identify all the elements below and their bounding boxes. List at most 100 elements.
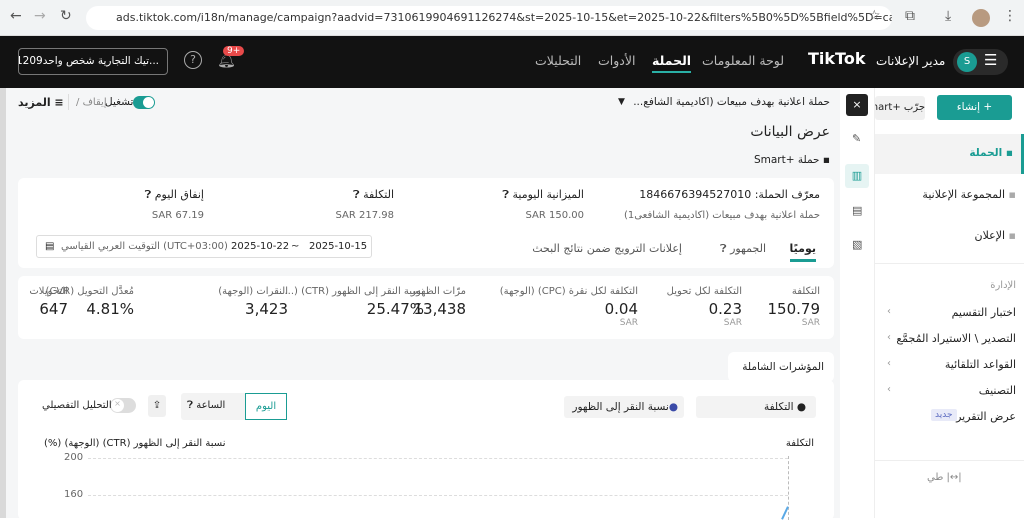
sidebar-item-adgroup[interactable]: ▪ المجموعة الإعلانية: [922, 188, 1016, 201]
close-icon[interactable]: ×: [846, 94, 868, 116]
menu-icon[interactable]: ⋮: [1003, 8, 1017, 24]
avatar: S: [957, 52, 977, 72]
download-icon[interactable]: ⤓: [945, 8, 951, 24]
toggle-on-label: تشغيل: [105, 96, 134, 108]
tab-search-ads[interactable]: إعلانات الترويج ضمن نتائج البحث: [532, 242, 682, 255]
nav-analytics[interactable]: التحليلات: [535, 53, 581, 68]
mgmt-classification[interactable]: التصنيف: [979, 384, 1016, 397]
y-tick-160: 160: [64, 489, 84, 500]
date-separator: ~: [291, 241, 300, 252]
report-view[interactable]: عرض التقرير: [956, 410, 1016, 423]
edit-icon[interactable]: ✎: [852, 132, 861, 145]
extensions-icon[interactable]: ⧉: [905, 8, 915, 24]
metric-value: 0.23: [708, 300, 742, 318]
cost-axis-title: التكلفة: [785, 438, 814, 449]
overview-tab[interactable]: المؤشرات الشاملة: [728, 352, 834, 382]
nav-campaign[interactable]: الحملة: [652, 53, 692, 73]
metric-value: 25.47%: [366, 300, 424, 318]
mgmt-split-test[interactable]: اختبار التقسيم: [952, 306, 1016, 319]
granularity-hour[interactable]: ❓︎ الساعة: [187, 400, 225, 411]
metric-value: 647: [39, 300, 68, 318]
info-icon: ❓︎: [352, 188, 360, 201]
date-range-picker[interactable]: ▤ (UTC+03:00) التوقيت العربي القياسي 202…: [36, 235, 372, 258]
right-sidebar: جرّب +Smart + إنشاء ▪ الحملة ▪ المجموعة …: [875, 88, 1024, 518]
nav-tools[interactable]: الأدوات: [598, 53, 635, 68]
chevron-icon: ‹: [887, 332, 891, 343]
chevron-icon: ‹: [887, 306, 891, 317]
campaign-dropdown-caret[interactable]: ▼: [618, 97, 625, 107]
create-button[interactable]: + إنشاء: [937, 95, 1012, 120]
info-icon: ❓︎: [144, 188, 152, 201]
campaign-type: ▪ حملة +Smart: [753, 154, 830, 166]
metric-unit: SAR: [723, 318, 742, 328]
account-name: ...تيك التجارية شخص واحد1209: [18, 55, 159, 67]
granularity-day[interactable]: اليوم: [245, 393, 287, 420]
metric-value: 0.04: [604, 300, 638, 318]
metric-0: التكلفة 150.79 SAR: [768, 286, 821, 328]
tab-daily[interactable]: يوميًا: [789, 242, 816, 262]
sidebar-item-ad[interactable]: ▪ الإعلان: [974, 229, 1016, 242]
timezone-label: (UTC+03:00) التوقيت العربي القياسي: [61, 241, 228, 252]
ctr-axis-title: نسبة النقر إلى الظهور (CTR) (الوجهة) (%): [44, 438, 226, 449]
more-button[interactable]: ≡ المزيد: [18, 96, 64, 109]
export-icon[interactable]: ⇪: [148, 395, 166, 417]
campaign-type-label: حملة +Smart: [753, 154, 820, 166]
hamburger-icon: ☰: [984, 51, 998, 69]
profile-avatar[interactable]: [972, 9, 990, 27]
divider: [68, 94, 69, 110]
metric-5: النقرات (الوجهة) 3,423: [218, 286, 288, 318]
overview-title: المؤشرات الشاملة: [742, 361, 824, 373]
metric-label: النقرات (الوجهة): [218, 286, 288, 297]
chevron-icon: ‹: [887, 384, 891, 395]
notification-badge: 9+: [223, 46, 245, 56]
data-view-icon[interactable]: ▥: [845, 164, 869, 188]
campaign-selector[interactable]: حملة اعلانية بهدف مبيعات (اكاديمية الشاف…: [633, 96, 830, 108]
mgmt-auto-rules[interactable]: القواعد التلقائية: [945, 358, 1016, 371]
y-tick-200: 200: [64, 452, 84, 463]
overview-chart-card: ● التكلفة ●نسبة النقر إلى الظهور ❓︎ السا…: [18, 380, 834, 520]
document-icon[interactable]: ▤: [852, 204, 862, 217]
tab-audience[interactable]: الجمهور ❓︎: [720, 242, 766, 256]
metric-selector-cost[interactable]: ● التكلفة: [696, 396, 816, 418]
metric-4: نسبة النقر إلى الظهور (CTR) (... 25.47%: [285, 286, 425, 318]
metric-label: التكلفة: [791, 286, 820, 297]
forward-icon[interactable]: →: [34, 8, 46, 24]
today-spend-value: SAR 67.19: [151, 210, 204, 221]
detail-analysis-toggle[interactable]: ×: [110, 398, 136, 413]
address-bar[interactable]: ads.tiktok.com/i18n/manage/campaign?aadv…: [86, 6, 892, 30]
reload-icon[interactable]: ↻: [60, 8, 72, 24]
mgmt-bulk-import-export[interactable]: التصدير \ الاستيراد المُجمَّع: [896, 332, 1016, 345]
new-badge: جديد: [931, 409, 957, 421]
metric-2: التكلفة لكل نقرة (CPC) (الوجهة) 0.04 SAR: [500, 286, 638, 328]
activity-icon[interactable]: ▧: [852, 238, 862, 251]
cost-label: التكلفة ❓︎: [352, 188, 394, 201]
metric-selector-ctr[interactable]: ●نسبة النقر إلى الظهور: [564, 396, 684, 418]
daily-budget-label: الميزانية اليومية ❓︎: [502, 188, 584, 201]
back-icon[interactable]: ←: [10, 8, 22, 24]
divider: [875, 263, 1024, 264]
bookmark-star-icon[interactable]: ☆: [868, 8, 881, 24]
user-menu[interactable]: S ☰: [953, 49, 1008, 75]
panel-rail: × ✎ ▥ ▤ ▧: [840, 88, 875, 518]
cost-value: SAR 217.98: [335, 210, 395, 221]
account-selector[interactable]: ...تيك التجارية شخص واحد1209 ⌄: [18, 48, 168, 75]
campaign-id: معرّف الحملة: 1846676394527010: [639, 188, 820, 201]
chevron-icon: ‹: [887, 358, 891, 369]
sidebar-item-campaign[interactable]: ▪ الحملة: [875, 134, 1024, 174]
try-smart-button[interactable]: جرّب +Smart: [875, 96, 925, 120]
metric-value: 3,423: [245, 300, 288, 318]
tiktok-logo: TikTok: [808, 49, 866, 68]
browser-toolbar: ← → ↻ ads.tiktok.com/i18n/manage/campaig…: [0, 0, 1024, 36]
nav-dashboard[interactable]: لوحة المعلومات: [702, 53, 784, 68]
metric-label: نسبة النقر إلى الظهور (CTR) (...: [284, 286, 425, 297]
status-toggle[interactable]: [133, 96, 155, 109]
collapse-button[interactable]: طي |↔|: [927, 472, 962, 483]
help-icon[interactable]: ?: [184, 51, 202, 69]
brand-subtitle: مدير الإعلانات: [876, 54, 946, 68]
calendar-icon: ▤: [45, 241, 55, 252]
daily-budget-value: SAR 150.00: [525, 210, 585, 221]
hover-line: [788, 456, 789, 520]
metric-value: 150.79: [767, 300, 821, 318]
management-heading: الإدارة: [990, 280, 1016, 291]
metric-unit: SAR: [801, 318, 820, 328]
